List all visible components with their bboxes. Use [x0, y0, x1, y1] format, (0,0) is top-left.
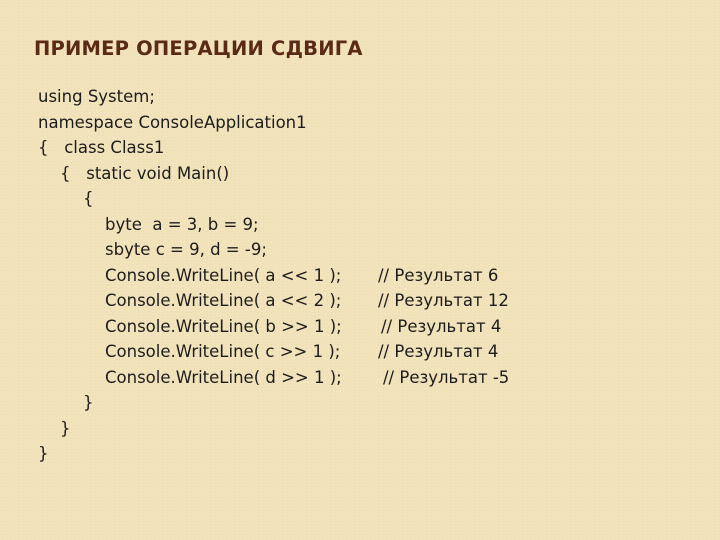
code-text: { — [83, 189, 94, 208]
code-line-main: { static void Main() — [38, 161, 229, 187]
code-line-class: { class Class1 — [38, 135, 164, 161]
code-comment: // Результат 6 — [378, 265, 499, 285]
code-line-writeline: Console.WriteLine( a << 2 ); // Результа… — [38, 288, 509, 314]
code-text: using System; — [38, 87, 155, 106]
code-line-open-brace: { — [38, 186, 94, 212]
code-text: namespace ConsoleApplication1 — [38, 112, 307, 132]
code-line-writeline: Console.WriteLine( b >> 1 ); // Результа… — [38, 314, 501, 340]
code-line-close-brace: } — [38, 390, 94, 416]
code-line-sbyte-decl: sbyte c = 9, d = -9; — [38, 237, 267, 263]
code-text: { static void Main() — [60, 163, 230, 183]
code-line-close-brace: } — [38, 416, 71, 442]
code-text: sbyte c = 9, d = -9; — [105, 240, 267, 259]
code-text: Console.WriteLine( d >> 1 ); — [105, 367, 342, 387]
code-text: Console.WriteLine( b >> 1 ); — [105, 316, 342, 336]
code-text: } — [83, 393, 94, 412]
code-comment: // Результат 4 — [381, 316, 502, 336]
code-text: Console.WriteLine( c >> 1 ); — [105, 342, 341, 361]
code-comment: // Результат -5 — [383, 367, 510, 387]
code-text: Console.WriteLine( a << 2 ); — [105, 291, 342, 310]
code-text: } — [60, 418, 71, 438]
code-text: Console.WriteLine( a << 1 ); — [105, 265, 342, 285]
code-text: { class Class1 — [38, 138, 165, 157]
slide-title: ПРИМЕР ОПЕРАЦИИ СДВИГА — [34, 37, 363, 60]
code-comment: // Результат 12 — [378, 291, 509, 310]
code-line-writeline: Console.WriteLine( a << 1 ); // Результа… — [38, 263, 498, 289]
code-line-close-brace: } — [38, 441, 69, 467]
code-line-namespace: namespace ConsoleApplication1 — [38, 110, 307, 136]
code-line-byte-decl: byte a = 3, b = 9; — [38, 212, 259, 238]
code-block: using System; namespace ConsoleApplicati… — [38, 84, 509, 467]
code-text: } — [38, 444, 49, 463]
code-line-using: using System; — [38, 84, 155, 110]
code-text: byte a = 3, b = 9; — [105, 214, 259, 234]
code-comment: // Результат 4 — [378, 342, 499, 361]
code-line-writeline: Console.WriteLine( d >> 1 ); // Результа… — [38, 365, 509, 391]
code-line-writeline: Console.WriteLine( c >> 1 ); // Результа… — [38, 339, 498, 365]
slide: ПРИМЕР ОПЕРАЦИИ СДВИГА using System; nam… — [0, 0, 720, 540]
